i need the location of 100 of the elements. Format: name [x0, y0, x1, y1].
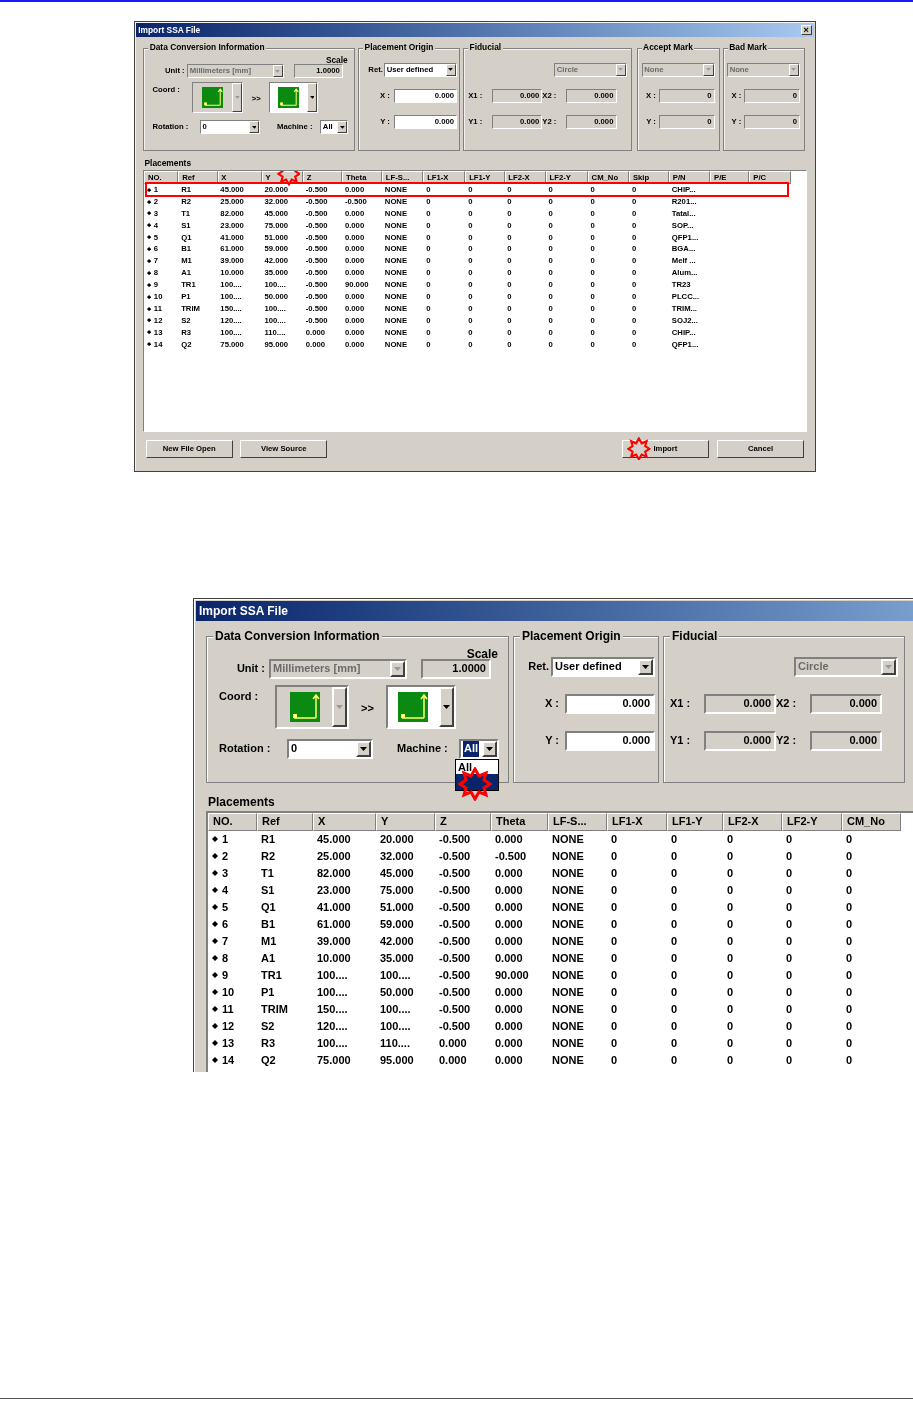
input-field[interactable]: 0.000 [394, 114, 458, 129]
table-cell-text: NONE [551, 933, 585, 949]
table-cell-text: 0 [589, 231, 596, 244]
dialog-button[interactable]: View Source [240, 439, 328, 458]
column-header[interactable]: LF1-X [423, 171, 466, 184]
table-cell-text: 0.000 [343, 231, 366, 244]
table-cell-text: -0.500 [438, 882, 472, 898]
column-header[interactable]: LF1-Y [667, 812, 723, 831]
caret-icon [234, 96, 240, 100]
input-field[interactable]: 0.000 [810, 730, 882, 751]
row-number: 7 [153, 255, 159, 267]
diamond-icon [146, 199, 152, 204]
dropdown-field[interactable]: All [459, 738, 499, 759]
column-header[interactable]: P/E [710, 171, 750, 184]
table-cell-text: NONE [383, 314, 409, 327]
column-header[interactable]: Z [302, 171, 343, 184]
column-header[interactable]: NO. [144, 171, 179, 184]
column-header[interactable]: LF1-Y [465, 171, 505, 184]
table-cell-text: 0 [589, 338, 596, 351]
close-button[interactable]: × [800, 25, 812, 36]
column-header[interactable]: X [313, 812, 376, 831]
table-cell-text: -0.500 [438, 933, 472, 949]
input-field[interactable]: 0.000 [491, 88, 543, 103]
input-field[interactable]: 0.000 [565, 693, 655, 714]
table-cell-text: 0 [506, 195, 513, 208]
table-cell-text: Q1 [260, 899, 277, 915]
column-header[interactable]: P/N [669, 171, 711, 184]
table-cell-text: 0 [670, 1035, 679, 1051]
column-header[interactable]: CM_No [587, 171, 630, 184]
table-cell-text: TR1 [180, 279, 197, 291]
diamond-icon [212, 955, 218, 962]
diamond-icon [146, 306, 152, 311]
input-field[interactable]: 0.000 [566, 88, 617, 103]
row-number: 3 [153, 207, 159, 220]
dropdown-field[interactable]: User defined [384, 62, 458, 77]
input-field[interactable]: 0.000 [704, 693, 776, 714]
table-cell-text: NONE [551, 967, 585, 983]
table-cell-text: 100.... [316, 967, 349, 983]
table-cell-text: TRIM [260, 1001, 289, 1017]
column-header[interactable]: LF1-X [607, 812, 667, 831]
column-header[interactable]: Skip [629, 171, 669, 184]
column-header[interactable]: LF2-Y [782, 812, 842, 831]
table-cell-text: S1 [260, 882, 276, 898]
column-header[interactable]: Ref [257, 812, 313, 831]
column-header[interactable]: LF2-X [723, 812, 782, 831]
column-header[interactable]: P/C [749, 171, 792, 184]
table-cell-text: 120.... [219, 314, 243, 327]
table-cell-text: 0 [547, 291, 554, 303]
column-header[interactable]: LF2-X [504, 171, 546, 184]
input-field[interactable]: 0 [658, 88, 715, 103]
dropdown-field[interactable]: All [320, 120, 349, 135]
table-cell-text: 0 [785, 882, 794, 898]
table-cell-text: NONE [383, 243, 409, 256]
column-header[interactable]: LF2-Y [545, 171, 588, 184]
dropdown-field[interactable]: 0 [287, 738, 373, 759]
table-cell-text: 0 [726, 950, 735, 966]
table-cell-text: NONE [383, 184, 409, 196]
column-header[interactable]: X [217, 171, 262, 184]
column-header[interactable]: Theta [491, 812, 548, 831]
table-cell-text: 0 [589, 279, 596, 291]
table-cell-text: 0 [506, 184, 513, 196]
column-header[interactable]: LF-S... [382, 171, 424, 184]
column-header[interactable]: Theta [342, 171, 383, 184]
dropdown-field[interactable] [269, 82, 319, 114]
table-cell-text: 45.000 [379, 865, 415, 881]
column-header[interactable]: Y [261, 171, 303, 184]
table-cell-text: 0 [630, 184, 638, 196]
dialog-button[interactable]: Cancel [717, 439, 804, 458]
table-cell-text: R1 [180, 184, 192, 196]
column-header[interactable]: Y [376, 812, 435, 831]
input-field[interactable]: 0 [658, 114, 715, 129]
table-cell-text: 0 [726, 933, 735, 949]
dialog-button[interactable]: Import [622, 439, 709, 458]
table-cell-text: 0 [547, 267, 554, 279]
dropdown-field[interactable] [385, 684, 456, 729]
column-header[interactable]: LF-S... [548, 812, 607, 831]
caret-icon [360, 746, 367, 751]
input-field[interactable]: 0.000 [810, 693, 882, 714]
table-cell-text: 0 [467, 231, 474, 244]
column-header[interactable]: Z [435, 812, 491, 831]
input-field[interactable]: 0.000 [565, 730, 655, 751]
dialog-button[interactable]: New File Open [145, 439, 233, 458]
dropdown-field[interactable]: User defined [551, 656, 655, 677]
table-cell-text: M1 [260, 933, 278, 949]
table-cell-text: 95.000 [379, 1052, 415, 1068]
table-cell-text: 0 [670, 848, 679, 864]
table-cell-text: 0 [425, 255, 432, 268]
row-number: 14 [153, 338, 163, 351]
column-header[interactable]: CM_No [842, 812, 901, 831]
column-header[interactable]: NO. [208, 812, 257, 831]
table-cell-text: 0 [845, 865, 854, 881]
column-header[interactable]: Ref [178, 171, 218, 184]
input-field[interactable]: 0.000 [491, 114, 543, 129]
input-field[interactable]: 0.000 [566, 114, 617, 129]
input-field[interactable]: 0.000 [704, 730, 776, 751]
dropdown-field[interactable]: 0 [200, 120, 261, 135]
input-field[interactable]: 0 [744, 88, 801, 103]
input-field[interactable]: 0 [744, 114, 801, 129]
input-field[interactable]: 0.000 [394, 88, 458, 103]
table-cell-text: 0 [670, 967, 679, 983]
